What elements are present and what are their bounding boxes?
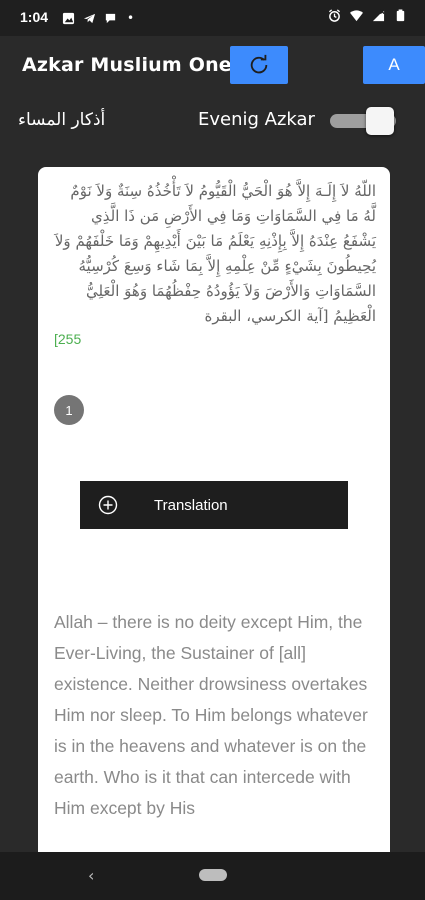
refresh-button[interactable] (230, 46, 288, 84)
plus-circle-icon (98, 495, 118, 515)
arabic-section-title: أذكار المساء (18, 110, 106, 130)
no-signal-icon (372, 9, 385, 22)
status-bar: 1:04 • (0, 0, 425, 36)
chat-bubble-icon (105, 13, 116, 23)
refresh-icon (250, 54, 268, 74)
toggle-row: أذكار المساء Evenig Azkar (0, 96, 425, 146)
evening-azkar-toggle[interactable] (330, 107, 396, 135)
font-size-button[interactable]: A (363, 46, 425, 84)
wifi-icon (350, 10, 363, 22)
status-left-icons: • (62, 11, 134, 25)
status-time: 1:04 (20, 9, 49, 25)
status-right-icons (328, 9, 407, 22)
evening-azkar-label: Evenig Azkar (198, 109, 315, 130)
home-pill-icon[interactable] (199, 869, 227, 881)
repeat-count-badge[interactable]: 1 (54, 395, 84, 425)
toggle-thumb[interactable] (366, 107, 394, 135)
telegram-icon (83, 13, 96, 23)
verse-reference: [255 (54, 331, 82, 347)
zikr-card: اللّهُ لاَ إِلَـهَ إِلاَّ هُوَ الْحَيُّ … (38, 167, 390, 867)
gallery-icon (62, 12, 75, 24)
translation-button[interactable]: Translation (80, 481, 348, 529)
alarm-icon (328, 9, 341, 22)
battery-icon (396, 9, 405, 22)
system-nav-bar: ‹ (0, 852, 425, 900)
app-title: Azkar Muslium One (22, 54, 232, 76)
back-icon[interactable]: ‹ (88, 866, 94, 885)
translation-button-label: Translation (154, 496, 228, 514)
app-bar: Azkar Muslium One A (0, 36, 425, 96)
status-dot: • (127, 11, 135, 25)
english-translation-text: Allah – there is no deity except Him, th… (54, 612, 368, 818)
arabic-verse-text: اللّهُ لاَ إِلَـهَ إِلاَّ هُوَ الْحَيُّ … (54, 182, 376, 325)
